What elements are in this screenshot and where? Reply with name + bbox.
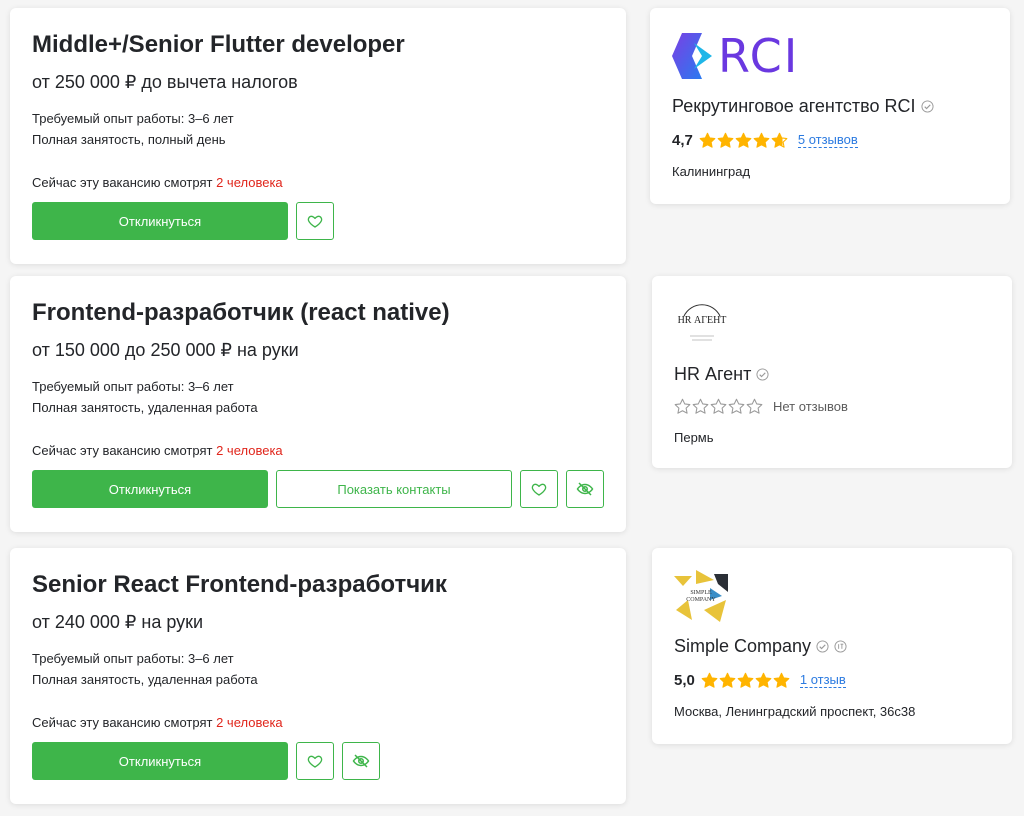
star-icon — [710, 398, 727, 414]
company-logo-text: RCI — [718, 29, 800, 83]
vacancy-title[interactable]: Senior React Frontend-разработчик — [32, 570, 604, 600]
vacancy-experience: Требуемый опыт работы: 3–6 лет — [32, 379, 234, 394]
company-logo-text: HR АГЕНТ — [677, 314, 727, 326]
favorite-button[interactable] — [296, 202, 334, 240]
company-city: Пермь — [674, 430, 714, 445]
company-name[interactable]: HR Агент — [674, 362, 769, 386]
company-name[interactable]: Simple Company — [674, 634, 847, 658]
company-rating: 4,7 5 отзывов — [672, 132, 858, 149]
company-card: RCI Рекрутинговое агентство RCI 4,7 5 от… — [650, 8, 1010, 204]
company-logo[interactable]: HR АГЕНТ — [674, 298, 730, 350]
company-logo-text: SIMPLE COMPANY — [686, 590, 716, 603]
vacancy-employment: Полная занятость, удаленная работа — [32, 400, 258, 415]
vacancy-views: Сейчас эту вакансию смотрят 2 человека — [32, 442, 283, 460]
vacancy-experience: Требуемый опыт работы: 3–6 лет — [32, 111, 234, 126]
star-icon — [701, 672, 718, 688]
eye-off-icon — [352, 754, 370, 768]
star-icon — [674, 398, 691, 414]
views-count: 2 человека — [216, 443, 283, 458]
vacancy-salary: от 150 000 до 250 000 ₽ на руки — [32, 340, 299, 360]
vacancy-title[interactable]: Frontend-разработчик (react native) — [32, 298, 604, 328]
heart-icon — [307, 215, 323, 228]
star-icon — [717, 132, 734, 148]
star-icon — [773, 672, 790, 688]
company-name-label: HR Агент — [674, 364, 752, 384]
views-prefix: Сейчас эту вакансию смотрят — [32, 443, 213, 458]
views-prefix: Сейчас эту вакансию смотрят — [32, 175, 213, 190]
hide-button[interactable] — [342, 742, 380, 780]
company-name[interactable]: Рекрутинговое агентство RCI — [672, 94, 934, 118]
vacancy-card: Middle+/Senior Flutter developer от 250 … — [10, 8, 626, 264]
rci-logo-mark — [672, 33, 712, 79]
star-icon — [737, 672, 754, 688]
vacancy-employment: Полная занятость, полный день — [32, 132, 226, 147]
rating-stars — [674, 398, 763, 415]
verified-check-icon — [816, 639, 829, 653]
company-logo[interactable]: RCI — [672, 30, 812, 82]
views-count: 2 человека — [216, 715, 283, 730]
star-icon — [771, 132, 788, 148]
vacancy-salary: от 250 000 ₽ до вычета налогов — [32, 72, 298, 92]
verified-check-icon — [920, 99, 934, 113]
vacancy-card: Frontend-разработчик (react native) от 1… — [10, 276, 626, 532]
apply-button[interactable]: Откликнуться — [32, 470, 268, 508]
company-city: Калининград — [672, 164, 751, 179]
apply-button[interactable]: Откликнуться — [32, 202, 288, 240]
star-icon — [728, 398, 745, 414]
star-icon — [719, 672, 736, 688]
heart-icon — [531, 483, 547, 496]
star-icon — [755, 672, 772, 688]
rating-value: 5,0 — [674, 672, 695, 689]
verified-check-icon — [756, 367, 769, 381]
no-reviews-label: Нет отзывов — [773, 399, 848, 414]
apply-button[interactable]: Откликнуться — [32, 742, 288, 780]
it-accreditation-icon — [834, 639, 847, 653]
vacancy-employment: Полная занятость, удаленная работа — [32, 672, 258, 687]
reviews-link[interactable]: 5 отзывов — [797, 133, 858, 148]
reviews-link[interactable]: 1 отзыв — [799, 673, 846, 688]
star-icon — [746, 398, 763, 414]
vacancy-experience: Требуемый опыт работы: 3–6 лет — [32, 651, 234, 666]
star-icon — [692, 398, 709, 414]
vacancy-title[interactable]: Middle+/Senior Flutter developer — [32, 30, 604, 60]
vacancy-views: Сейчас эту вакансию смотрят 2 человека — [32, 174, 283, 192]
views-count: 2 человека — [216, 175, 283, 190]
company-name-label: Рекрутинговое агентство RCI — [672, 96, 916, 116]
company-card: HR АГЕНТ HR Агент Нет отзывов Пермь — [652, 276, 1012, 468]
hide-button[interactable] — [566, 470, 604, 508]
star-icon — [735, 132, 752, 148]
vacancy-views: Сейчас эту вакансию смотрят 2 человека — [32, 714, 283, 732]
rating-value: 4,7 — [672, 132, 693, 149]
eye-off-icon — [576, 482, 594, 496]
heart-icon — [307, 755, 323, 768]
company-card: SIMPLE COMPANY Simple Company 5,0 1 отзы… — [652, 548, 1012, 744]
star-icon — [699, 132, 716, 148]
star-icon — [753, 132, 770, 148]
favorite-button[interactable] — [520, 470, 558, 508]
rating-stars — [701, 672, 790, 689]
vacancy-card: Senior React Frontend-разработчик от 240… — [10, 548, 626, 804]
company-logo[interactable]: SIMPLE COMPANY — [674, 570, 730, 624]
company-name-label: Simple Company — [674, 636, 812, 656]
company-city: Москва, Ленинградский проспект, 36с38 — [674, 704, 916, 719]
favorite-button[interactable] — [296, 742, 334, 780]
vacancy-salary: от 240 000 ₽ на руки — [32, 612, 204, 632]
company-rating: Нет отзывов — [674, 398, 848, 415]
rating-stars — [699, 132, 788, 149]
company-rating: 5,0 1 отзыв — [674, 672, 846, 689]
views-prefix: Сейчас эту вакансию смотрят — [32, 715, 213, 730]
show-contacts-button[interactable]: Показать контакты — [276, 470, 512, 508]
